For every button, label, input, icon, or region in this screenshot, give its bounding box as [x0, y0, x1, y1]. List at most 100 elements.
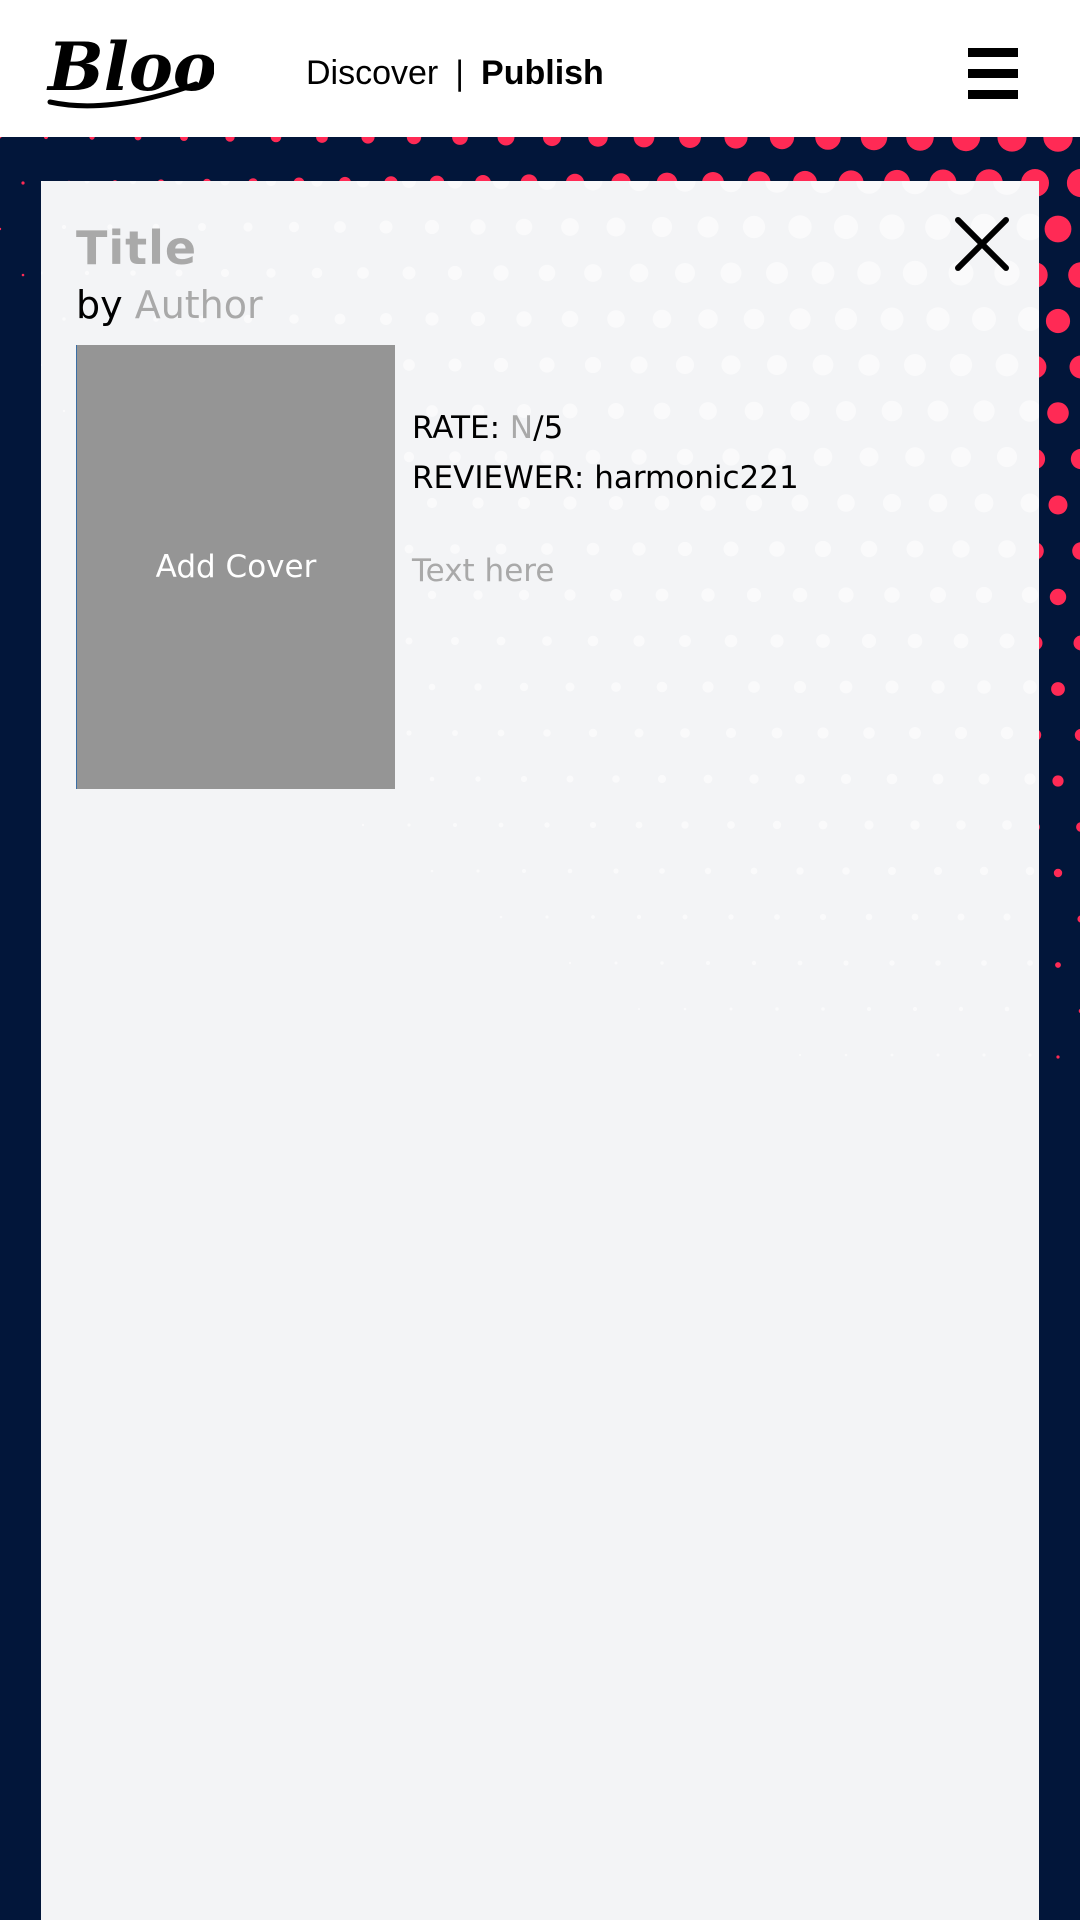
decor-dot: [406, 730, 412, 736]
decor-dot: [882, 493, 902, 513]
decor-dot: [334, 221, 346, 233]
decor-dot: [933, 866, 943, 876]
decor-dot: [451, 637, 459, 645]
decor-dot: [998, 540, 1016, 558]
decor-dot: [743, 308, 765, 330]
decor-dot: [952, 540, 970, 558]
decor-dot: [243, 222, 253, 232]
decor-dot: [886, 773, 898, 785]
decor-dot: [909, 727, 921, 739]
decor-dot: [904, 354, 926, 376]
decor-dot: [697, 216, 719, 238]
decor-dot: [1023, 680, 1037, 694]
decor-dot: [334, 313, 346, 325]
decor-dot: [728, 914, 734, 920]
decor-dot: [180, 137, 188, 141]
decor-dot: [1053, 868, 1063, 878]
decor-dot: [1019, 400, 1039, 422]
decor-dot: [817, 727, 829, 739]
close-icon[interactable]: [953, 215, 1011, 273]
decor-dot: [701, 588, 715, 602]
review-text-input[interactable]: Text here: [412, 553, 554, 589]
top-header: Blook Discover | Publish: [0, 0, 1080, 137]
decor-dot: [927, 400, 949, 422]
decor-dot: [522, 869, 526, 873]
decor-dot: [474, 683, 482, 691]
decor-dot: [1024, 773, 1036, 785]
decor-dot: [635, 821, 643, 829]
decor-dot: [591, 915, 595, 919]
decor-dot: [220, 268, 230, 278]
decor-dot: [675, 355, 695, 375]
decor-dot: [681, 821, 689, 829]
decor-dot: [995, 353, 1019, 377]
decor-dot: [0, 227, 2, 231]
decor-dot: [947, 181, 975, 195]
decor-dot: [632, 542, 646, 556]
decor-dot: [775, 1007, 779, 1011]
svg-text:Blook: Blook: [46, 28, 214, 106]
author-input[interactable]: Author: [135, 283, 263, 327]
add-cover-button[interactable]: Add Cover: [76, 345, 395, 789]
decor-dot: [951, 447, 971, 467]
decor-dot: [769, 137, 795, 150]
title-input[interactable]: Title: [76, 221, 197, 275]
decor-dot: [972, 307, 996, 331]
byline: by Author: [76, 283, 263, 327]
decor-dot: [657, 774, 667, 784]
decor-dot: [931, 680, 945, 694]
decor-dot: [957, 913, 965, 921]
decor-dot: [792, 587, 808, 603]
decor-dot: [793, 680, 807, 694]
decor-dot: [584, 356, 602, 374]
decor-dot: [725, 727, 737, 739]
decor-dot: [1000, 726, 1014, 740]
decor-dot: [749, 774, 759, 784]
blook-logo[interactable]: Blook: [46, 24, 214, 116]
decor-dot: [519, 682, 529, 692]
decor-dot: [1004, 1006, 1010, 1012]
decor-dot: [634, 728, 644, 738]
decor-dot: [997, 137, 1027, 152]
decor-dot: [1049, 588, 1067, 606]
nav-publish-link[interactable]: Publish: [481, 54, 604, 92]
decor-dot: [89, 137, 95, 140]
rate-label: RATE:: [412, 410, 501, 446]
decor-dot: [979, 866, 989, 876]
rate-input[interactable]: N: [510, 410, 533, 446]
decor-dot: [1056, 1055, 1060, 1059]
decor-dot: [539, 357, 555, 373]
decor-dot: [1045, 308, 1071, 334]
decor-dot: [587, 635, 599, 647]
decor-dot: [606, 217, 626, 237]
decor-dot: [542, 137, 562, 147]
decor-dot: [614, 961, 618, 965]
decor-dot: [1017, 306, 1039, 332]
decor-dot: [727, 821, 735, 829]
decor-dot: [633, 137, 655, 148]
decor-dot: [1021, 586, 1039, 604]
decor-dot: [607, 310, 625, 328]
decor-dot: [84, 181, 90, 184]
decor-dot: [975, 586, 993, 604]
by-label: by: [76, 283, 123, 327]
decor-dot: [748, 681, 760, 693]
decor-dot: [453, 823, 457, 827]
reviewer-label: REVIEWER:: [412, 460, 585, 496]
decor-dot: [724, 137, 748, 149]
decor-dot: [905, 447, 925, 467]
decor-dot: [288, 221, 300, 233]
decor-dot: [796, 867, 804, 875]
decor-dot: [912, 1006, 918, 1012]
decor-dot: [795, 774, 805, 784]
reviewer-row: REVIEWER: harmonic221: [412, 453, 799, 503]
nav-discover-link[interactable]: Discover: [306, 54, 438, 92]
decor-dot: [452, 137, 468, 145]
decor-dot: [811, 261, 835, 285]
decor-dot: [543, 729, 551, 737]
hamburger-menu-icon[interactable]: [968, 48, 1018, 99]
decor-dot: [62, 317, 66, 321]
decor-dot: [724, 634, 738, 648]
decor-dot: [910, 820, 920, 830]
decor-dot: [1055, 962, 1061, 968]
